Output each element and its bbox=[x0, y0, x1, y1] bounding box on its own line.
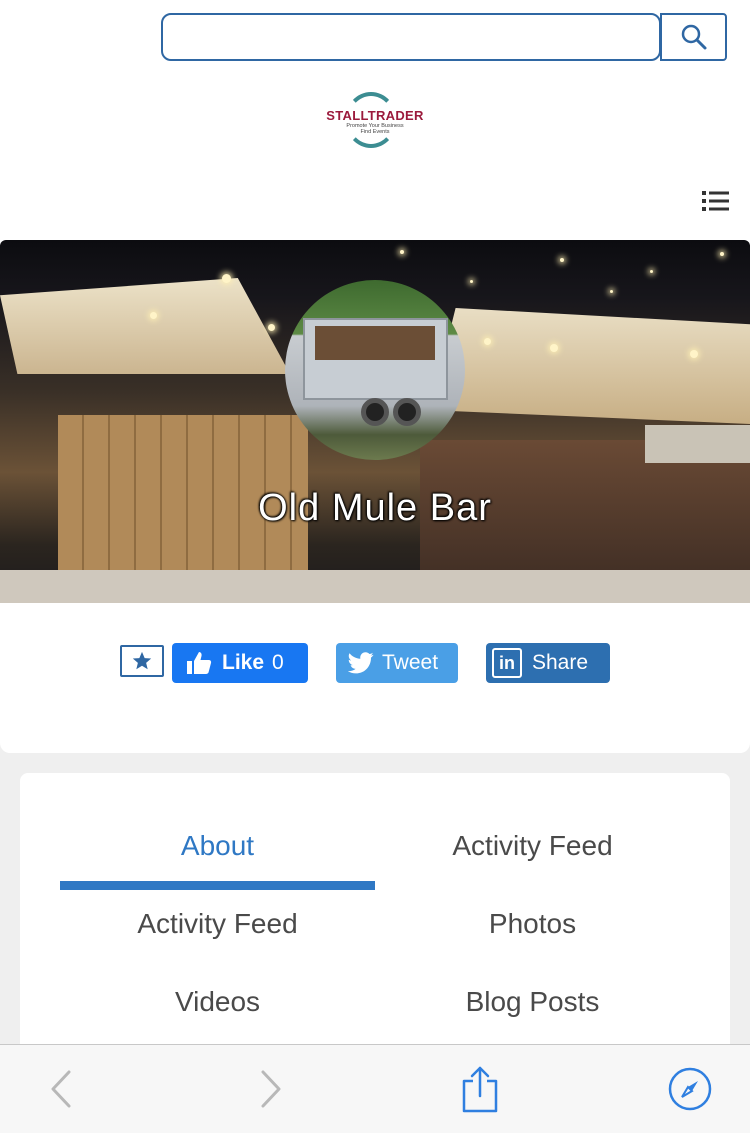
forward-chevron-icon bbox=[261, 1070, 281, 1108]
favorite-button[interactable] bbox=[120, 645, 164, 677]
linkedin-share-button[interactable]: in Share bbox=[486, 643, 610, 683]
page: STALLTRADER Promote Your Business Find E… bbox=[0, 0, 750, 1133]
bookmarks-button[interactable] bbox=[667, 1066, 713, 1112]
twitter-tweet-label: Tweet bbox=[382, 651, 439, 674]
profile-avatar bbox=[285, 280, 465, 460]
twitter-tweet-button[interactable]: Tweet bbox=[336, 643, 458, 683]
facebook-like-count: 0 bbox=[272, 651, 284, 674]
facebook-like-label: Like bbox=[222, 651, 265, 674]
back-chevron-icon bbox=[51, 1070, 71, 1108]
search-button[interactable] bbox=[660, 13, 727, 61]
logo-tagline: Promote Your Business Find Events bbox=[346, 123, 404, 135]
share-button[interactable] bbox=[457, 1066, 503, 1113]
back-button[interactable] bbox=[38, 1066, 84, 1112]
tab-about[interactable]: About bbox=[60, 830, 375, 862]
facebook-like-button[interactable]: Like 0 bbox=[172, 643, 308, 683]
search-icon bbox=[681, 24, 706, 50]
tab-videos[interactable]: Videos bbox=[60, 986, 375, 1018]
compass-icon bbox=[668, 1067, 712, 1111]
browser-toolbar bbox=[0, 1044, 750, 1133]
share-icon bbox=[462, 1066, 498, 1113]
star-icon bbox=[132, 651, 152, 670]
profile-header: STALLTRADER Promote Your Business Find E… bbox=[0, 0, 750, 753]
search-input[interactable] bbox=[161, 13, 661, 61]
list-menu-icon[interactable] bbox=[702, 189, 729, 213]
active-tab-underline bbox=[60, 881, 375, 890]
tab-blog-posts[interactable]: Blog Posts bbox=[375, 986, 690, 1018]
linkedin-icon: in bbox=[492, 648, 522, 678]
forward-button[interactable] bbox=[248, 1066, 294, 1112]
profile-name: Old Mule Bar bbox=[258, 487, 492, 529]
site-logo[interactable]: STALLTRADER Promote Your Business Find E… bbox=[320, 90, 430, 150]
linkedin-share-label: Share bbox=[532, 651, 589, 674]
tab-activity-feed-2[interactable]: Activity Feed bbox=[60, 908, 375, 940]
thumbs-up-icon bbox=[187, 652, 212, 674]
tab-photos[interactable]: Photos bbox=[375, 908, 690, 940]
logo-wordmark: STALLTRADER bbox=[320, 109, 430, 123]
twitter-bird-icon bbox=[348, 652, 374, 674]
tab-activity-feed[interactable]: Activity Feed bbox=[375, 830, 690, 862]
